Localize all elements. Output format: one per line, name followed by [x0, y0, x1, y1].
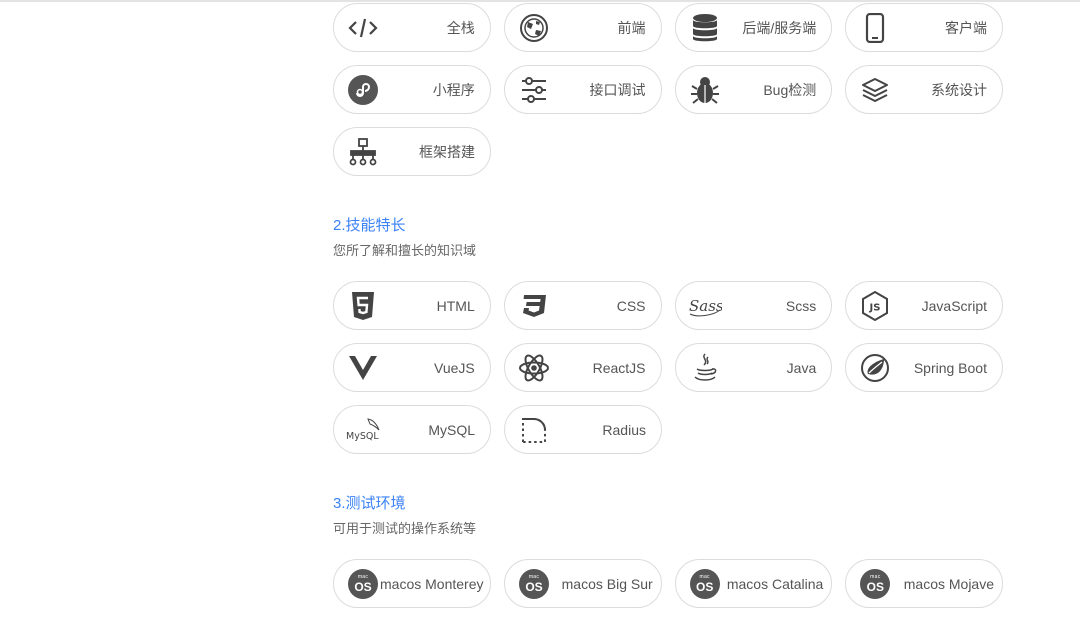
mobile-icon [858, 11, 892, 45]
chip-client[interactable]: 客户端 [845, 3, 1003, 52]
macos-icon: mac OS [346, 567, 380, 601]
css3-icon [517, 289, 551, 323]
macos-badge-big: OS [354, 579, 372, 594]
chip-label: HTML [436, 297, 475, 314]
chip-backend[interactable]: 后端/服务端 [674, 3, 833, 52]
macos-badge-big: OS [525, 579, 543, 594]
sliders-icon [517, 73, 551, 107]
chip-label: 后端/服务端 [742, 19, 817, 36]
chip-mysql[interactable]: MySQL MySQL [333, 405, 491, 454]
macos-badge-big: OS [696, 579, 714, 594]
macos-badge-small: mac [528, 573, 540, 580]
chip-bug-detect[interactable]: Bug检测 [674, 65, 833, 114]
java-icon [688, 351, 722, 385]
radius-icon [517, 413, 551, 447]
chip-label: 全栈 [446, 19, 475, 36]
chip-label: Java [786, 359, 817, 376]
hierarchy-icon [346, 135, 380, 169]
chip-css[interactable]: CSS [503, 281, 662, 330]
macos-badge-big: OS [866, 579, 885, 594]
chip-label: macos Big Sur [561, 575, 653, 592]
code-icon [346, 11, 380, 45]
macos-icon: mac OS [688, 567, 722, 601]
chip-label: 系统设计 [931, 81, 987, 98]
database-icon [688, 11, 722, 45]
chip-macos-monterey[interactable]: mac OS macos Monterey [333, 559, 491, 608]
chip-java[interactable]: Java [674, 343, 833, 392]
chip-label: macos Mojave [903, 575, 995, 592]
chip-label: Spring Boot [913, 359, 987, 376]
macos-badge-small: mac [699, 573, 710, 580]
chip-label: Radius [602, 421, 646, 438]
js-icon: JS [858, 289, 892, 323]
section-test-env: mac OS macos Monterey mac OS macos Big Sur… [333, 559, 1004, 621]
chip-fullstack[interactable]: 全栈 [333, 3, 491, 52]
globe-icon [517, 11, 551, 45]
chip-label: 小程序 [432, 81, 475, 98]
chip-label: 客户端 [945, 19, 987, 36]
chip-macos-mojave[interactable]: mac OS macos Mojave [845, 559, 1004, 608]
bug-icon [688, 73, 722, 107]
mysql-icon-text: MySQL [346, 431, 379, 442]
miniprogram-icon [346, 73, 380, 107]
chip-label: Bug检测 [763, 81, 817, 98]
chip-html[interactable]: HTML [333, 281, 491, 330]
chip-macos-catalina[interactable]: mac OS macos Catalina [674, 559, 833, 608]
chip-radius[interactable]: Radius [504, 405, 662, 454]
chip-scss[interactable]: Sass Scss [674, 281, 833, 330]
mysql-icon: MySQL [346, 413, 386, 447]
sass-icon: Sass [688, 289, 722, 323]
chip-label: 框架搭建 [419, 143, 475, 160]
chip-label: CSS [616, 297, 646, 314]
section-skills: HTML CSS Sass Scss JS JavaScript VueJS R… [333, 281, 1003, 467]
chip-label: 前端 [617, 19, 646, 36]
macos-badge-small: mac [357, 573, 369, 580]
chip-label: macos Catalina [726, 575, 824, 592]
vue-icon [346, 351, 380, 385]
macos-badge-small: mac [870, 573, 881, 580]
js-icon-text: JS [869, 302, 881, 313]
section-title-skills: 2.技能特长 [333, 217, 406, 234]
top-divider [0, 0, 1080, 2]
chip-label: macos Monterey [380, 575, 484, 592]
chip-label: ReactJS [592, 359, 646, 376]
chip-label: MySQL [428, 421, 475, 438]
spring-icon [858, 351, 892, 385]
section-subtitle-test-env: 可用于测试的操作系统等 [333, 521, 477, 536]
section-development-types: 全栈 前端 后端/服务端 客户端 小程序 接口调试 Bug检测 系统设计 框架搭… [333, 3, 1003, 189]
chip-system-design[interactable]: 系统设计 [845, 65, 1003, 114]
macos-icon: mac OS [858, 567, 892, 601]
chip-miniprogram[interactable]: 小程序 [333, 65, 491, 114]
chip-reactjs[interactable]: ReactJS [503, 343, 662, 392]
macos-icon: mac OS [517, 567, 551, 601]
chip-api-debug[interactable]: 接口调试 [503, 65, 662, 114]
chip-javascript[interactable]: JS JavaScript [845, 281, 1003, 330]
section-subtitle-skills: 您所了解和擅长的知识域 [333, 243, 477, 258]
chip-vuejs[interactable]: VueJS [333, 343, 491, 392]
chip-label: Scss [785, 297, 817, 314]
section-title-test-env: 3.测试环境 [333, 495, 406, 512]
react-icon [517, 351, 551, 385]
chip-label: VueJS [434, 359, 475, 376]
layers-icon [858, 73, 892, 107]
chip-label: JavaScript [921, 297, 987, 314]
chip-macos-big-sur[interactable]: mac OS macos Big Sur [504, 559, 662, 608]
chip-label: 接口调试 [589, 81, 646, 98]
chip-framework[interactable]: 框架搭建 [333, 127, 491, 176]
html5-icon [346, 289, 380, 323]
chip-spring-boot[interactable]: Spring Boot [845, 343, 1003, 392]
chip-frontend[interactable]: 前端 [503, 3, 662, 52]
